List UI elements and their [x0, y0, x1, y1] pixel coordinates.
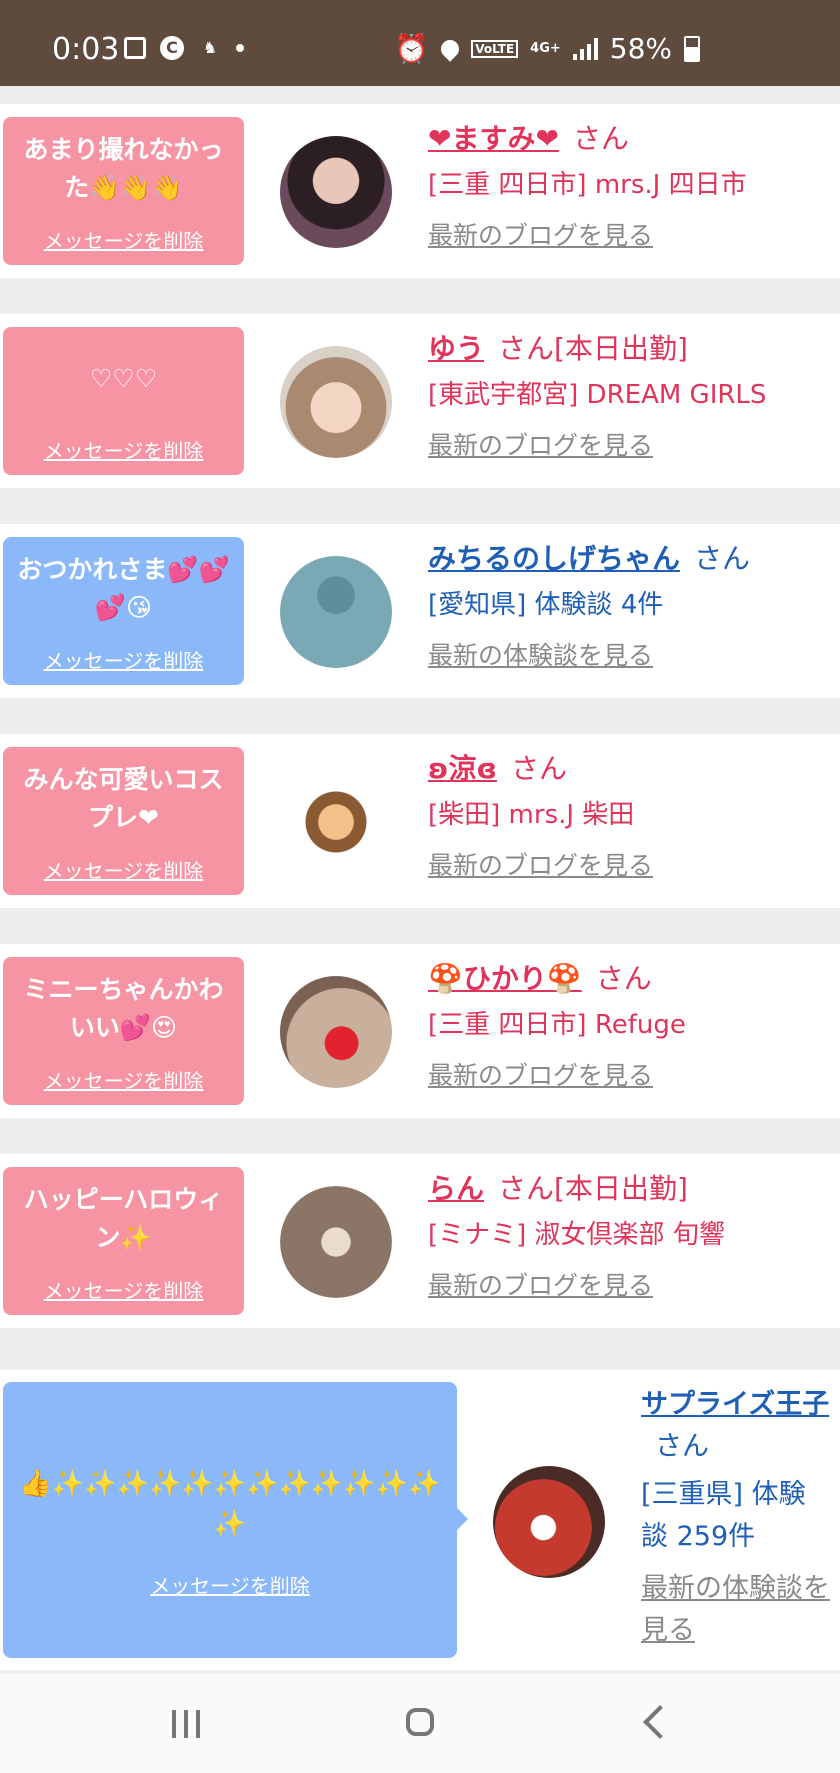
more-notifications-dot-icon — [236, 44, 244, 52]
notification-icons: C ♞ — [124, 36, 244, 60]
message-text: ミニーちゃんかわいい💕😍 — [23, 975, 224, 1042]
battery-icon — [684, 35, 700, 62]
sender-place: [柴田] mrs.J 柴田 — [428, 800, 635, 830]
message-text: ハッピーハロウィン✨ — [23, 1185, 224, 1252]
message-card: ハッピーハロウィン✨ メッセージを削除 らん さん[本日出勤] [ミナミ] 淑女倶… — [0, 1154, 840, 1328]
avatar[interactable] — [280, 346, 392, 458]
latest-post-link[interactable]: 最新の体験談を見る — [428, 638, 828, 674]
delete-message-link[interactable]: メッセージを削除 — [13, 225, 234, 254]
sender-name-link[interactable]: ʚ涼ɞ — [428, 752, 497, 785]
message-bubble: ♡♡♡ メッセージを削除 — [3, 327, 244, 475]
avatar[interactable] — [280, 136, 392, 248]
sender-info: らん さん[本日出勤] [ミナミ] 淑女倶楽部 旬響 最新のブログを見る — [428, 1170, 828, 1304]
sender-info: サプライズ王子さん [三重県] 体験談 259件 最新の体験談を見る — [641, 1384, 831, 1652]
home-icon[interactable] — [406, 1708, 434, 1736]
gallery-icon — [124, 37, 146, 59]
message-bubble: あまり撮れなかった👋👋👋 メッセージを削除 — [3, 117, 244, 265]
sender-name-link[interactable]: ❤ますみ❤ — [428, 122, 559, 155]
back-icon[interactable] — [643, 1705, 677, 1739]
latest-post-link[interactable]: 最新のブログを見る — [428, 1058, 828, 1094]
message-bubble: ハッピーハロウィン✨ メッセージを削除 — [3, 1167, 244, 1315]
message-card: おつかれさま💕💕💕😘 メッセージを削除 みちるのしげちゃん さん [愛知県] 体験… — [0, 524, 840, 698]
message-bubble: おつかれさま💕💕💕😘 メッセージを削除 — [3, 537, 244, 685]
app-notification-icon: ♞ — [202, 38, 218, 57]
sender-suffix: さん — [694, 542, 751, 575]
delete-message-link[interactable]: メッセージを削除 — [13, 1275, 234, 1304]
message-text: おつかれさま💕💕💕😘 — [17, 555, 230, 622]
sender-suffix: さん — [510, 752, 567, 785]
sender-place: [三重 四日市] Refuge — [428, 1010, 686, 1040]
sender-place: [三重県] 体験談 259件 — [641, 1479, 806, 1552]
network-type-icon: 4G+ — [530, 40, 561, 56]
sender-name-link[interactable]: 🍄ひかり🍄 — [428, 962, 582, 995]
status-bar: 0:03 C ♞ ⏰ VoLTE 4G+ 58% — [0, 0, 840, 86]
signal-icon — [572, 37, 598, 60]
volte-icon: VoLTE — [471, 39, 519, 58]
message-card-large: 👍✨✨✨✨✨✨✨✨✨✨✨✨✨ メッセージを削除 サプライズ王子さん [三重県] … — [0, 1370, 840, 1670]
sender-info: みちるのしげちゃん さん [愛知県] 体験談 4件 最新の体験談を見る — [428, 540, 828, 674]
sender-name-link[interactable]: らん — [428, 1172, 484, 1205]
sender-info: ゆう さん[本日出勤] [東武宇都宮] DREAM GIRLS 最新のブログを見る — [428, 330, 828, 464]
c-app-icon: C — [160, 36, 184, 60]
message-text: みんな可愛いコスプレ❤ — [23, 765, 224, 832]
sender-name-link[interactable]: みちるのしげちゃん — [428, 542, 680, 575]
status-time: 0:03 — [52, 32, 120, 67]
sender-suffix: さん[本日出勤] — [498, 332, 688, 365]
location-icon — [437, 35, 463, 62]
sender-suffix: さん — [572, 122, 629, 155]
message-card: みんな可愛いコスプレ❤ メッセージを削除 ʚ涼ɞ さん [柴田] mrs.J 柴田… — [0, 734, 840, 908]
delete-message-link[interactable]: メッセージを削除 — [13, 1065, 234, 1094]
latest-post-link[interactable]: 最新のブログを見る — [428, 1268, 828, 1304]
message-card: ♡♡♡ メッセージを削除 ゆう さん[本日出勤] [東武宇都宮] DREAM GI… — [0, 314, 840, 488]
sender-suffix: さん — [595, 962, 652, 995]
sender-place: [愛知県] 体験談 4件 — [428, 590, 664, 620]
message-card: ミニーちゃんかわいい💕😍 メッセージを削除 🍄ひかり🍄 さん [三重 四日市] R… — [0, 944, 840, 1118]
message-bubble: ミニーちゃんかわいい💕😍 メッセージを削除 — [3, 957, 244, 1105]
avatar[interactable] — [280, 766, 392, 878]
avatar[interactable] — [493, 1466, 605, 1578]
message-bubble: みんな可愛いコスプレ❤ メッセージを削除 — [3, 747, 244, 895]
sender-place: [東武宇都宮] DREAM GIRLS — [428, 380, 767, 410]
sender-name-link[interactable]: サプライズ王子 — [641, 1389, 829, 1420]
sender-info: ʚ涼ɞ さん [柴田] mrs.J 柴田 最新のブログを見る — [428, 750, 828, 884]
avatar[interactable] — [280, 1186, 392, 1298]
sender-suffix: さん[本日出勤] — [498, 1172, 688, 1205]
sender-info: 🍄ひかり🍄 さん [三重 四日市] Refuge 最新のブログを見る — [428, 960, 828, 1094]
message-text: あまり撮れなかった👋👋👋 — [23, 135, 224, 202]
message-text: 👍✨✨✨✨✨✨✨✨✨✨✨✨✨ — [19, 1469, 441, 1539]
latest-post-link[interactable]: 最新のブログを見る — [428, 218, 828, 254]
avatar-no-photo[interactable] — [280, 556, 392, 668]
sender-place: [ミナミ] 淑女倶楽部 旬響 — [428, 1220, 725, 1250]
system-icons: ⏰ VoLTE 4G+ 58% — [394, 32, 700, 65]
alarm-icon: ⏰ — [394, 32, 430, 65]
sender-info: ❤ますみ❤ さん [三重 四日市] mrs.J 四日市 最新のブログを見る — [428, 120, 828, 254]
message-bubble: 👍✨✨✨✨✨✨✨✨✨✨✨✨✨ メッセージを削除 — [3, 1382, 468, 1658]
latest-post-link[interactable]: 最新の体験談を見る — [641, 1568, 831, 1652]
battery-percent: 58% — [609, 32, 672, 65]
delete-message-link[interactable]: メッセージを削除 — [13, 435, 234, 464]
message-card: あまり撮れなかった👋👋👋 メッセージを削除 ❤ますみ❤ さん [三重 四日市] m… — [0, 104, 840, 278]
delete-message-link[interactable]: メッセージを削除 — [3, 1570, 457, 1599]
avatar[interactable] — [280, 976, 392, 1088]
message-text: ♡♡♡ — [89, 364, 158, 393]
sender-name-link[interactable]: ゆう — [428, 332, 484, 365]
recent-apps-icon[interactable] — [172, 1710, 200, 1738]
delete-message-link[interactable]: メッセージを削除 — [13, 855, 234, 884]
sender-place: [三重 四日市] mrs.J 四日市 — [428, 170, 747, 200]
latest-post-link[interactable]: 最新のブログを見る — [428, 848, 828, 884]
delete-message-link[interactable]: メッセージを削除 — [13, 645, 234, 674]
system-nav-bar — [0, 1674, 840, 1773]
sender-suffix: さん — [655, 1431, 709, 1462]
latest-post-link[interactable]: 最新のブログを見る — [428, 428, 828, 464]
